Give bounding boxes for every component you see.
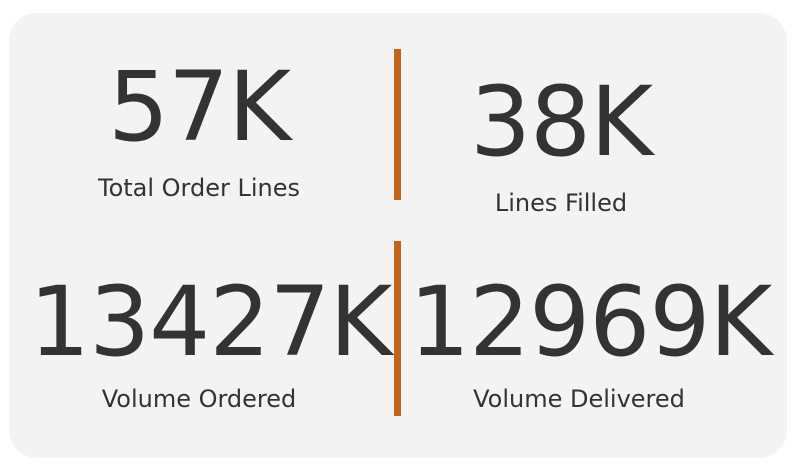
kpi-lines-filled: 38K Lines Filled [431,74,691,215]
kpi-label: Lines Filled [494,189,628,217]
divider-bottom [394,241,401,416]
kpi-total-order-lines: 57K Total Order Lines [69,59,329,200]
kpi-volume-delivered: 12969K Volume Delivered [409,266,772,413]
kpi-value: 13427K [29,266,392,378]
divider-top [394,49,401,200]
kpi-label: Total Order Lines [97,174,301,202]
kpi-volume-ordered: 13427K Volume Ordered [29,266,392,413]
kpi-value: 57K [107,51,291,163]
kpi-label: Volume Ordered [101,385,297,413]
kpi-label: Volume Delivered [473,385,685,413]
kpi-card: 57K Total Order Lines 38K Lines Filled 1… [9,13,787,458]
kpi-value: 12969K [409,266,772,378]
kpi-value: 38K [469,66,653,178]
